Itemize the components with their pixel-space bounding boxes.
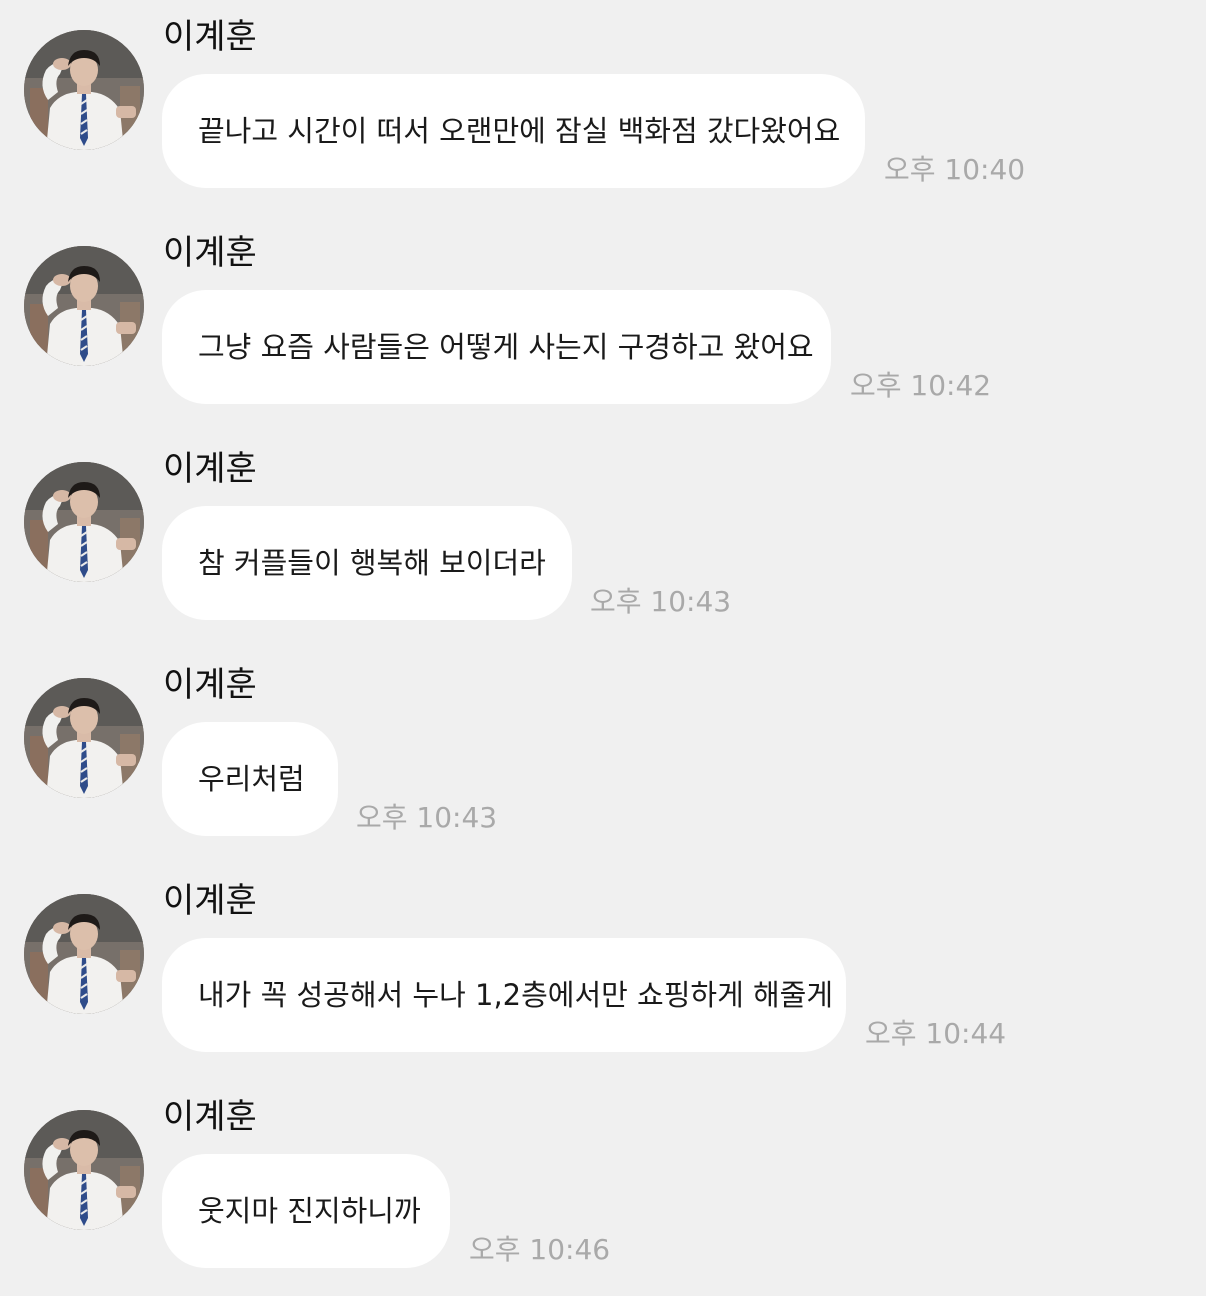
message-text: 웃지마 진지하니까 — [198, 1194, 421, 1228]
profile-photo-icon — [24, 246, 144, 366]
avatar[interactable] — [24, 246, 144, 366]
message-bubble[interactable]: 그냥 요즘 사람들은 어떻게 사는지 구경하고 왔어요 — [162, 290, 831, 404]
profile-photo-icon — [24, 1110, 144, 1230]
message-bubble[interactable]: 끝나고 시간이 떠서 오랜만에 잠실 백화점 갔다왔어요 — [162, 74, 865, 188]
sender-name: 이계훈 — [163, 17, 257, 57]
profile-photo-icon — [24, 894, 144, 1014]
message-text: 우리처럼 — [198, 762, 305, 796]
sender-name: 이계훈 — [163, 233, 257, 273]
chat-message-list: 이계훈 끝나고 시간이 떠서 오랜만에 잠실 백화점 갔다왔어요 오후 10:4… — [0, 0, 1206, 1295]
sender-name: 이계훈 — [163, 1097, 257, 1137]
message-text: 내가 꼭 성공해서 누나 1,2층에서만 쇼핑하게 해줄게 — [198, 978, 834, 1012]
message-text: 끝나고 시간이 떠서 오랜만에 잠실 백화점 갔다왔어요 — [198, 114, 841, 148]
message-bubble[interactable]: 웃지마 진지하니까 — [162, 1154, 450, 1268]
message-row: 이계훈 내가 꼭 성공해서 누나 1,2층에서만 쇼핑하게 해줄게 오후 10:… — [0, 864, 1206, 1080]
message-timestamp: 오후 10:43 — [356, 801, 498, 834]
avatar[interactable] — [24, 1110, 144, 1230]
profile-photo-icon — [24, 462, 144, 582]
avatar[interactable] — [24, 678, 144, 798]
message-timestamp: 오후 10:40 — [884, 153, 1026, 186]
message-bubble[interactable]: 우리처럼 — [162, 722, 338, 836]
sender-name: 이계훈 — [163, 665, 257, 705]
message-row: 이계훈 우리처럼 오후 10:43 — [0, 648, 1206, 864]
message-row: 이계훈 그냥 요즘 사람들은 어떻게 사는지 구경하고 왔어요 오후 10:42 — [0, 216, 1206, 432]
message-timestamp: 오후 10:44 — [865, 1017, 1007, 1050]
message-row: 이계훈 웃지마 진지하니까 오후 10:46 — [0, 1080, 1206, 1296]
profile-photo-icon — [24, 30, 144, 150]
message-row: 이계훈 끝나고 시간이 떠서 오랜만에 잠실 백화점 갔다왔어요 오후 10:4… — [0, 0, 1206, 216]
message-row: 이계훈 참 커플들이 행복해 보이더라 오후 10:43 — [0, 432, 1206, 648]
message-bubble[interactable]: 참 커플들이 행복해 보이더라 — [162, 506, 572, 620]
avatar[interactable] — [24, 894, 144, 1014]
sender-name: 이계훈 — [163, 881, 257, 921]
message-text: 그냥 요즘 사람들은 어떻게 사는지 구경하고 왔어요 — [198, 330, 814, 364]
profile-photo-icon — [24, 678, 144, 798]
sender-name: 이계훈 — [163, 449, 257, 489]
message-timestamp: 오후 10:42 — [850, 369, 992, 402]
message-bubble[interactable]: 내가 꼭 성공해서 누나 1,2층에서만 쇼핑하게 해줄게 — [162, 938, 846, 1052]
message-timestamp: 오후 10:46 — [469, 1233, 611, 1266]
message-text: 참 커플들이 행복해 보이더라 — [198, 546, 546, 580]
message-timestamp: 오후 10:43 — [590, 585, 732, 618]
avatar[interactable] — [24, 462, 144, 582]
avatar[interactable] — [24, 30, 144, 150]
